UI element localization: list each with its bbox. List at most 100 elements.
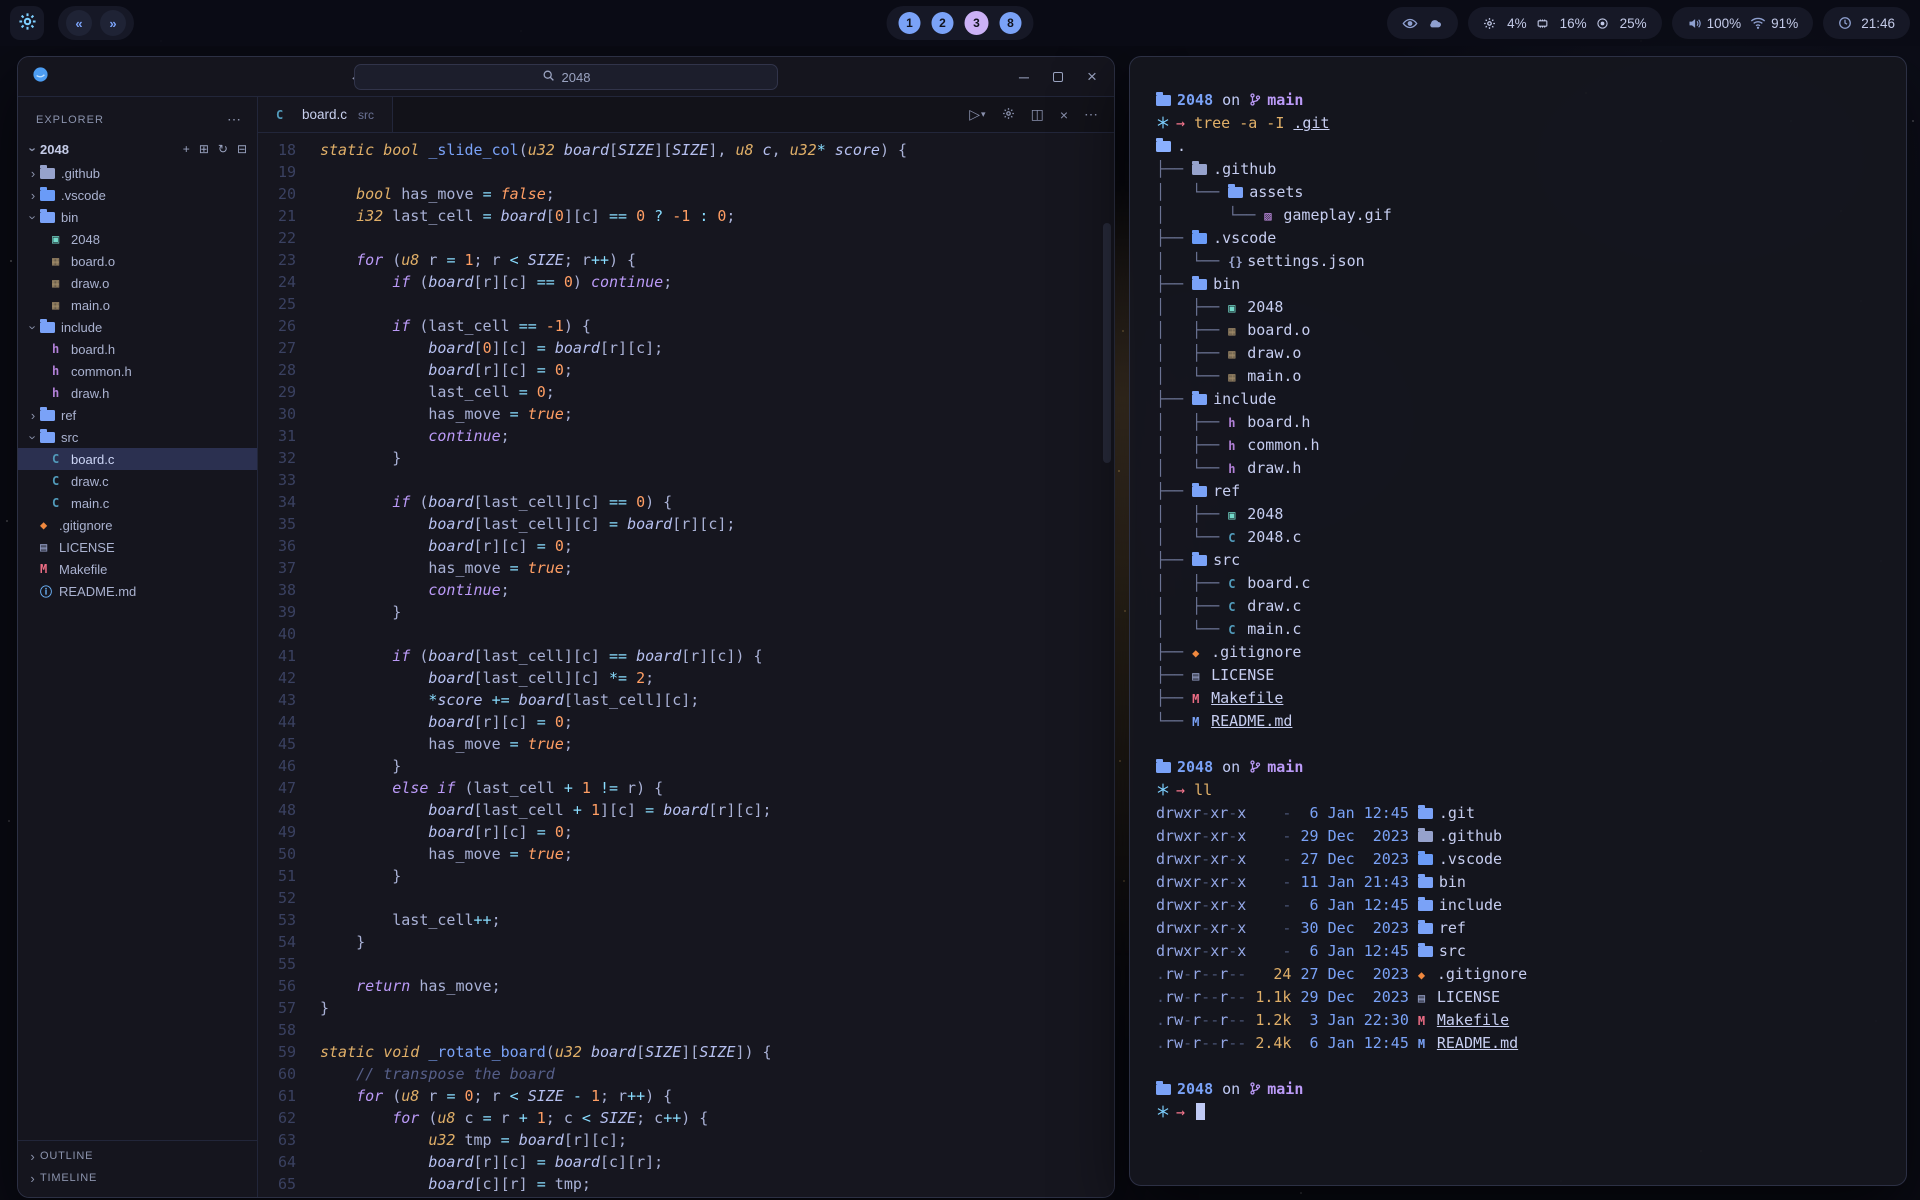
outline-panel-header[interactable]: › OUTLINE	[18, 1145, 257, 1167]
code-line-37[interactable]: 37 has_move = true;	[258, 557, 1114, 579]
explorer-item-draw.o[interactable]: ▦draw.o	[18, 272, 257, 294]
explorer-item-common.h[interactable]: hcommon.h	[18, 360, 257, 382]
code-line-19[interactable]: 19	[258, 161, 1114, 183]
code-line-31[interactable]: 31 continue;	[258, 425, 1114, 447]
code-line-35[interactable]: 35 board[last_cell][c] = board[r][c];	[258, 513, 1114, 535]
code-line-25[interactable]: 25	[258, 293, 1114, 315]
code-line-40[interactable]: 40	[258, 623, 1114, 645]
code-line-29[interactable]: 29 last_cell = 0;	[258, 381, 1114, 403]
close-editor-button[interactable]: ×	[1060, 107, 1068, 123]
workspace-2[interactable]: 2	[932, 12, 954, 34]
code-line-57[interactable]: 57}	[258, 997, 1114, 1019]
tab-board-c[interactable]: C board.c src	[258, 97, 393, 132]
terminal-window[interactable]: 2048 on main→ tree -a -I .git.├── .githu…	[1129, 56, 1907, 1186]
code-line-46[interactable]: 46 }	[258, 755, 1114, 777]
maximize-button[interactable]	[1050, 69, 1066, 85]
code-line-63[interactable]: 63 u32 tmp = board[r][c];	[258, 1129, 1114, 1151]
explorer-item-draw.h[interactable]: hdraw.h	[18, 382, 257, 404]
code-line-56[interactable]: 56 return has_move;	[258, 975, 1114, 997]
code-line-47[interactable]: 47 else if (last_cell + 1 != r) {	[258, 777, 1114, 799]
explorer-item-.github[interactable]: ›.github	[18, 162, 257, 184]
code-line-64[interactable]: 64 board[r][c] = board[c][r];	[258, 1151, 1114, 1173]
code-line-48[interactable]: 48 board[last_cell + 1][c] = board[r][c]…	[258, 799, 1114, 821]
explorer-item-draw.c[interactable]: Cdraw.c	[18, 470, 257, 492]
code-line-52[interactable]: 52	[258, 887, 1114, 909]
code-line-26[interactable]: 26 if (last_cell == -1) {	[258, 315, 1114, 337]
code-line-45[interactable]: 45 has_move = true;	[258, 733, 1114, 755]
command-center-search[interactable]: 2048	[354, 64, 778, 90]
code-line-34[interactable]: 34 if (board[last_cell][c] == 0) {	[258, 491, 1114, 513]
weather-widget[interactable]	[1387, 7, 1458, 39]
explorer-item-board.o[interactable]: ▦board.o	[18, 250, 257, 272]
code-line-27[interactable]: 27 board[0][c] = board[r][c];	[258, 337, 1114, 359]
terminal-cursor[interactable]	[1196, 1103, 1205, 1120]
code-line-23[interactable]: 23 for (u8 r = 1; r < SIZE; r++) {	[258, 249, 1114, 271]
code-line-59[interactable]: 59static void _rotate_board(u32 board[SI…	[258, 1041, 1114, 1063]
code-line-62[interactable]: 62 for (u8 c = r + 1; c < SIZE; c++) {	[258, 1107, 1114, 1129]
more-actions-button[interactable]: ⋯	[1084, 106, 1098, 123]
code-line-54[interactable]: 54 }	[258, 931, 1114, 953]
explorer-item-ref[interactable]: ›ref	[18, 404, 257, 426]
minimize-button[interactable]: ─	[1016, 69, 1032, 85]
explorer-item-src[interactable]: ›src	[18, 426, 257, 448]
explorer-item-README.md[interactable]: ⓘREADME.md	[18, 580, 257, 602]
code-line-44[interactable]: 44 board[r][c] = 0;	[258, 711, 1114, 733]
code-line-24[interactable]: 24 if (board[r][c] == 0) continue;	[258, 271, 1114, 293]
terminal-output[interactable]: 2048 on main→ tree -a -I .git.├── .githu…	[1130, 57, 1906, 1185]
editor-titlebar[interactable]: ← → 2048 ─ ×	[18, 57, 1114, 97]
editor-scrollbar-thumb[interactable]	[1103, 223, 1111, 463]
code-line-36[interactable]: 36 board[r][c] = 0;	[258, 535, 1114, 557]
code-line-55[interactable]: 55	[258, 953, 1114, 975]
refresh-explorer-button[interactable]: ↻	[218, 142, 228, 156]
code-line-33[interactable]: 33	[258, 469, 1114, 491]
workspace-1[interactable]: 1	[899, 12, 921, 34]
new-folder-button[interactable]: ⊞	[199, 142, 209, 156]
code-line-43[interactable]: 43 *score += board[last_cell][c];	[258, 689, 1114, 711]
code-line-20[interactable]: 20 bool has_move = false;	[258, 183, 1114, 205]
collapse-folders-button[interactable]: ⊟	[237, 142, 247, 156]
explorer-item-.vscode[interactable]: ›.vscode	[18, 184, 257, 206]
code-line-30[interactable]: 30 has_move = true;	[258, 403, 1114, 425]
explorer-item-board.c[interactable]: Cboard.c	[18, 448, 257, 470]
launcher-button[interactable]	[10, 6, 44, 40]
code-line-61[interactable]: 61 for (u8 r = 0; r < SIZE - 1; r++) {	[258, 1085, 1114, 1107]
system-stats[interactable]: 4%16%25%	[1468, 7, 1662, 39]
code-line-50[interactable]: 50 has_move = true;	[258, 843, 1114, 865]
code-line-28[interactable]: 28 board[r][c] = 0;	[258, 359, 1114, 381]
explorer-item-2048[interactable]: ▣2048	[18, 228, 257, 250]
code-line-21[interactable]: 21 i32 last_cell = board[0][c] == 0 ? -1…	[258, 205, 1114, 227]
explorer-item-Makefile[interactable]: MMakefile	[18, 558, 257, 580]
code-line-65[interactable]: 65 board[c][r] = tmp;	[258, 1173, 1114, 1195]
settings-gear-button[interactable]	[1002, 107, 1015, 123]
code-line-22[interactable]: 22	[258, 227, 1114, 249]
code-line-53[interactable]: 53 last_cell++;	[258, 909, 1114, 931]
explorer-item-LICENSE[interactable]: ▤LICENSE	[18, 536, 257, 558]
code-editor[interactable]: 18static bool _slide_col(u32 board[SIZE]…	[258, 133, 1114, 1197]
explorer-item-.gitignore[interactable]: ◆.gitignore	[18, 514, 257, 536]
explorer-more-button[interactable]: ⋯	[227, 111, 241, 128]
code-line-32[interactable]: 32 }	[258, 447, 1114, 469]
media-prev-button[interactable]: «	[66, 10, 92, 36]
new-file-button[interactable]: +	[183, 142, 190, 156]
explorer-item-bin[interactable]: ›bin	[18, 206, 257, 228]
code-line-49[interactable]: 49 board[r][c] = 0;	[258, 821, 1114, 843]
code-line-41[interactable]: 41 if (board[last_cell][c] == board[r][c…	[258, 645, 1114, 667]
code-line-51[interactable]: 51 }	[258, 865, 1114, 887]
media-next-button[interactable]: »	[100, 10, 126, 36]
split-editor-button[interactable]: ◫	[1031, 106, 1044, 123]
close-button[interactable]: ×	[1084, 69, 1100, 85]
timeline-panel-header[interactable]: › TIMELINE	[18, 1167, 257, 1189]
clock-widget[interactable]: 21:46	[1823, 7, 1910, 39]
audio-network-widget[interactable]: 100% 91%	[1672, 7, 1814, 39]
workspace-8[interactable]: 8	[1000, 12, 1022, 34]
explorer-item-include[interactable]: ›include	[18, 316, 257, 338]
workspace-3[interactable]: 3	[965, 11, 989, 35]
explorer-item-main.o[interactable]: ▦main.o	[18, 294, 257, 316]
code-line-60[interactable]: 60 // transpose the board	[258, 1063, 1114, 1085]
code-line-42[interactable]: 42 board[last_cell][c] *= 2;	[258, 667, 1114, 689]
explorer-item-main.c[interactable]: Cmain.c	[18, 492, 257, 514]
code-line-38[interactable]: 38 continue;	[258, 579, 1114, 601]
code-line-39[interactable]: 39 }	[258, 601, 1114, 623]
code-line-58[interactable]: 58	[258, 1019, 1114, 1041]
explorer-root-folder[interactable]: › 2048 + ⊞ ↻ ⊟	[18, 136, 257, 162]
